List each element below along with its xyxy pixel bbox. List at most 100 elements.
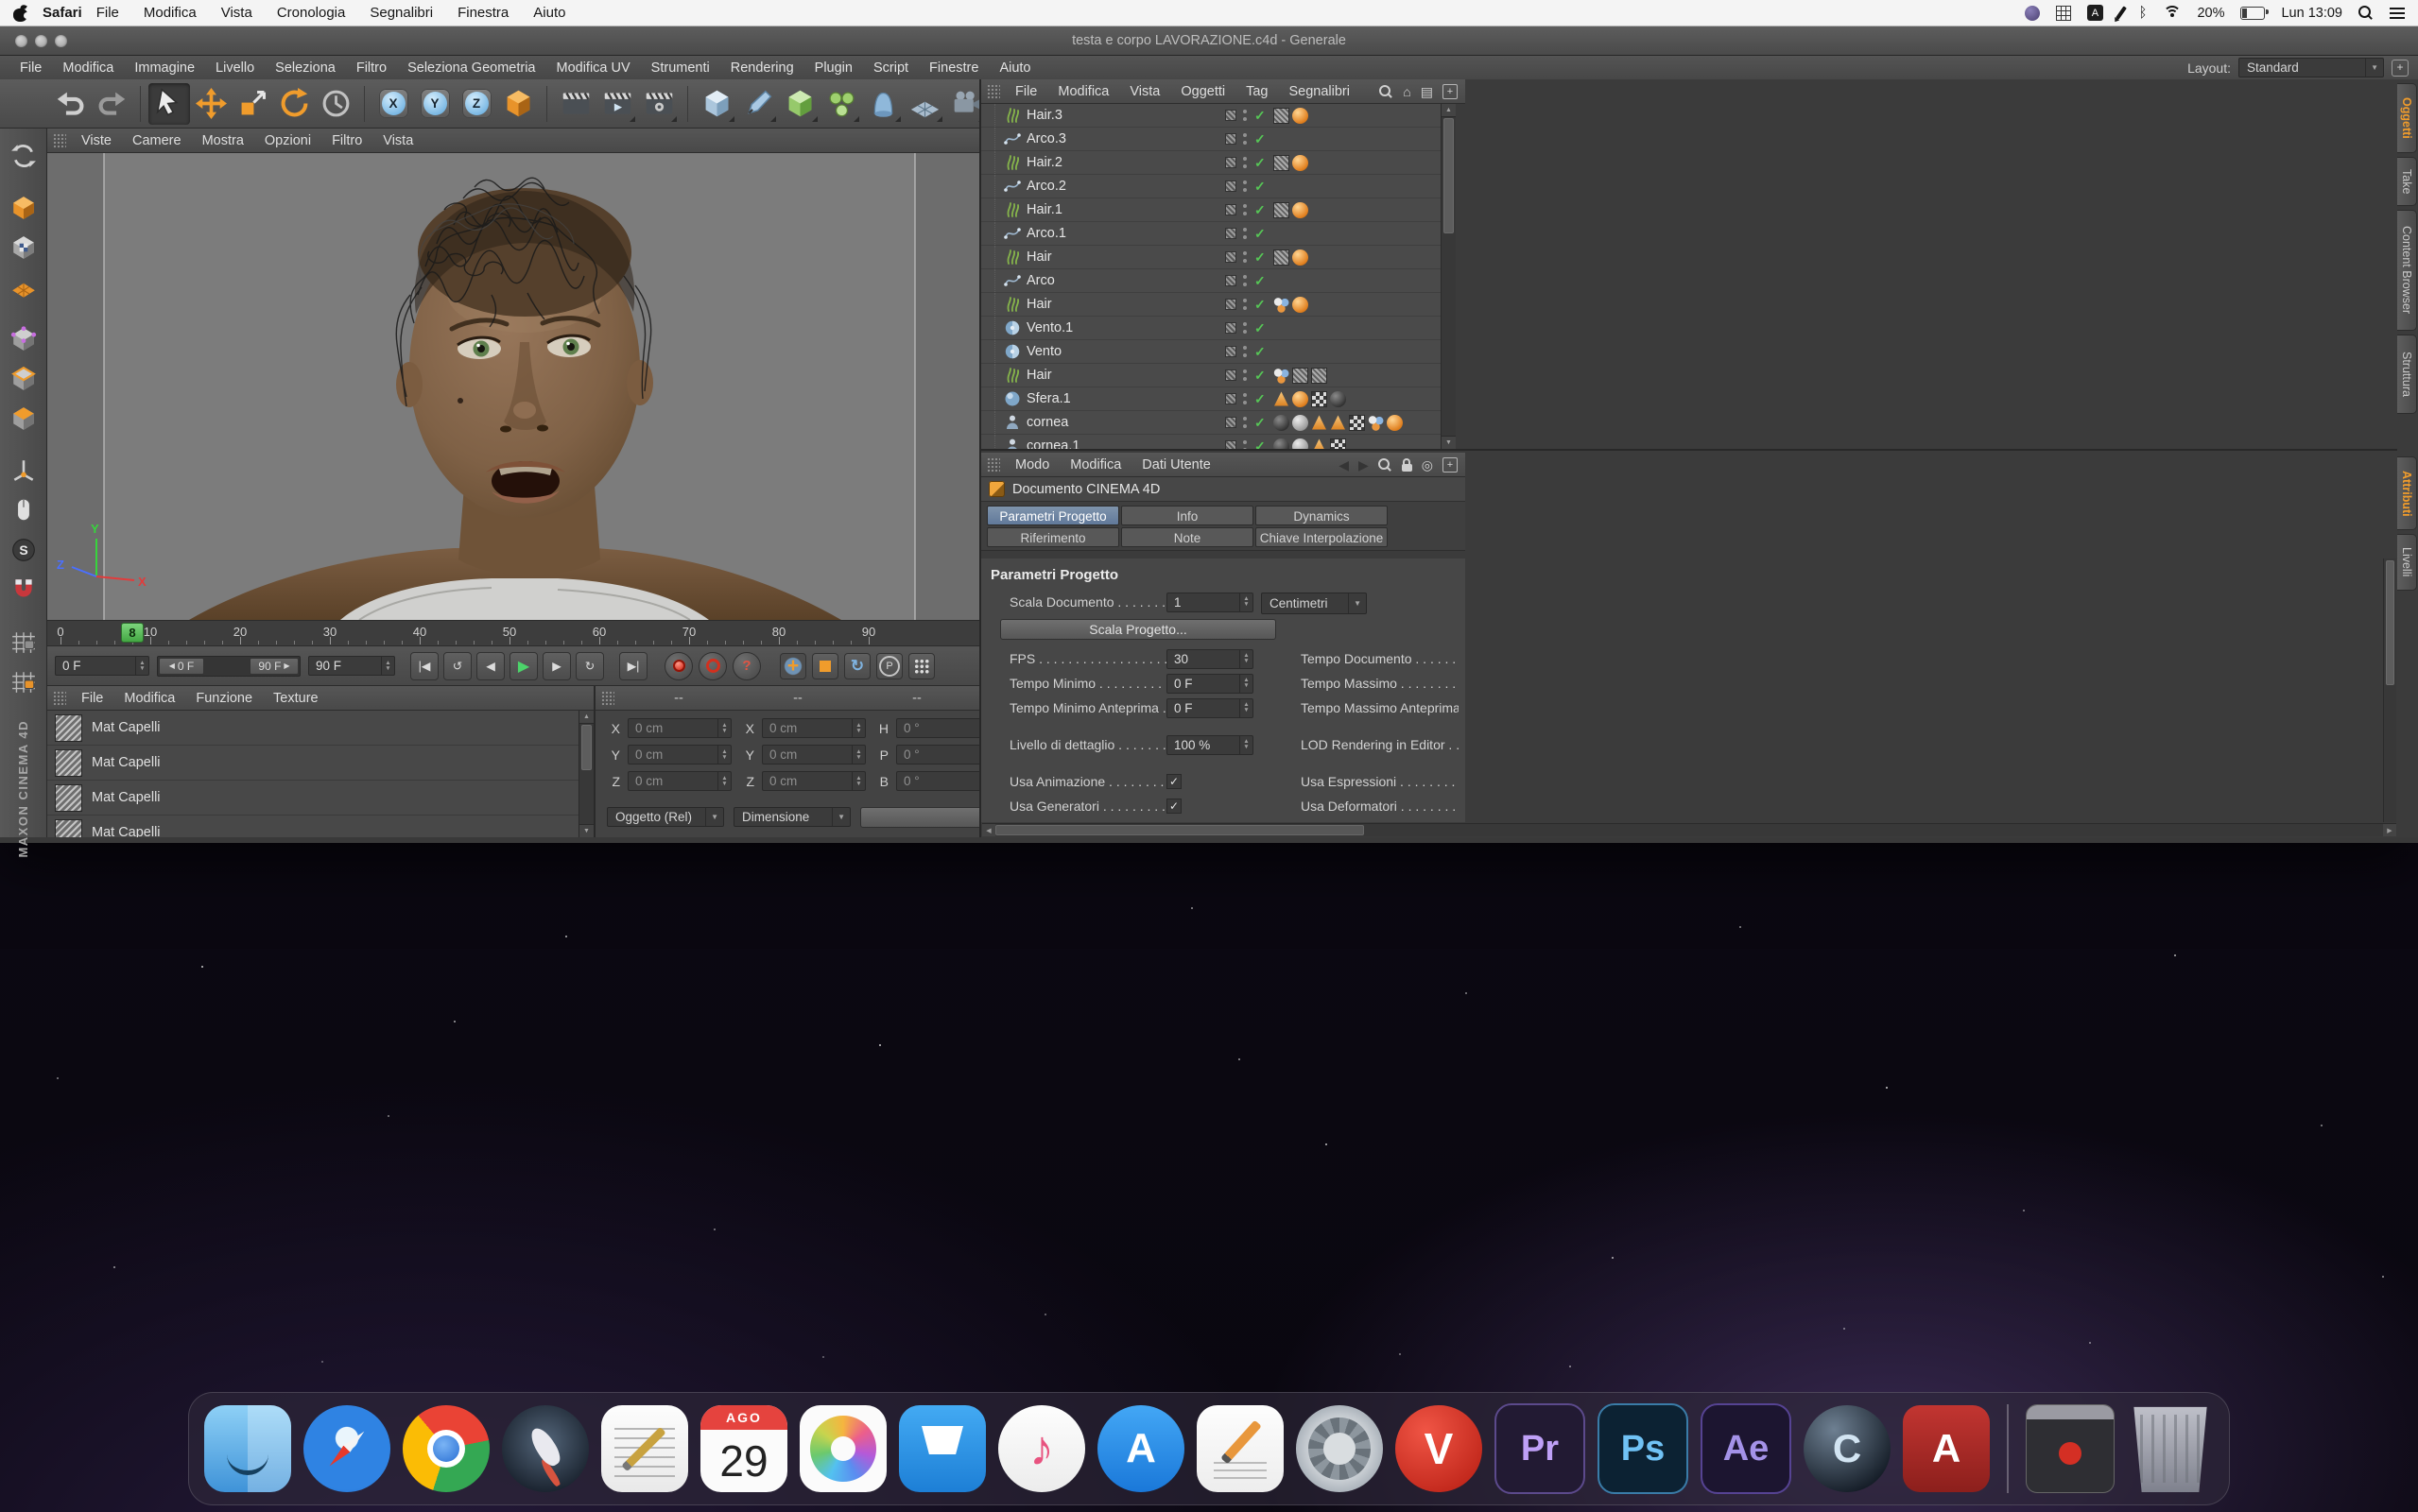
enabled-check-icon[interactable]: ✓ [1254, 175, 1266, 198]
zoom-button[interactable] [55, 35, 67, 47]
polygons-mode-button[interactable] [6, 401, 42, 437]
dock-keynote[interactable] [899, 1405, 986, 1492]
coordinate-size-field[interactable]: 0 cm▲▼ [762, 745, 866, 765]
tag-phong-icon[interactable] [1311, 415, 1327, 431]
next-frame-button[interactable]: ▶ [543, 652, 571, 680]
add-environment-button[interactable] [904, 83, 945, 125]
pencil-icon[interactable] [2116, 6, 2126, 19]
material-row[interactable]: Mat Capelli [47, 781, 579, 816]
lock-y-axis-button[interactable]: Y [414, 83, 456, 125]
end-frame-field[interactable]: 90 F▲▼ [308, 656, 395, 676]
materials-menu-modifica[interactable]: Modifica [113, 691, 185, 706]
attribute-tab-note[interactable]: Note [1121, 527, 1253, 547]
object-row[interactable]: Arco.1✓ [981, 222, 1441, 246]
redo-button[interactable] [91, 83, 132, 125]
visibility-dots[interactable] [1243, 110, 1247, 122]
status-app-icon[interactable] [2025, 6, 2040, 21]
tag-ball-icon[interactable] [1292, 297, 1308, 313]
object-manager-menu-modifica[interactable]: Modifica [1047, 84, 1119, 99]
app-menu-livello[interactable]: Livello [205, 60, 265, 76]
material-row[interactable]: Mat Capelli [47, 816, 579, 837]
coordinate-size-dropdown[interactable]: Dimensione▼ [734, 807, 851, 827]
app-menu-filtro[interactable]: Filtro [346, 60, 397, 76]
tag-ball-icon[interactable] [1292, 202, 1308, 218]
layer-chip[interactable] [1225, 393, 1236, 404]
coordinate-size-field[interactable]: 0 cm▲▼ [762, 718, 866, 738]
dock-launchpad[interactable] [502, 1405, 589, 1492]
material-thumbnail[interactable] [55, 784, 82, 812]
object-manager-menu-segnalibri[interactable]: Segnalibri [1279, 84, 1361, 99]
menubar-item-file[interactable]: File [84, 5, 131, 21]
materials-menu-funzione[interactable]: Funzione [185, 691, 263, 706]
side-tab-take[interactable]: Take [2397, 157, 2417, 206]
viewport-menu-camere[interactable]: Camere [122, 133, 192, 148]
lock-x-axis-button[interactable]: X [372, 83, 414, 125]
model-mode-button[interactable] [6, 190, 42, 226]
panel-grip[interactable] [987, 84, 1000, 99]
home-icon[interactable]: ⌂ [1403, 84, 1410, 99]
visibility-dots[interactable] [1243, 157, 1247, 169]
play-backwards-button[interactable]: ↺ [443, 652, 472, 680]
workplane-lock-button[interactable] [6, 624, 42, 660]
app-menu-aiuto[interactable]: Aiuto [989, 60, 1041, 76]
rotate-tool[interactable] [273, 83, 315, 125]
menubar-item-finestra[interactable]: Finestra [445, 5, 521, 21]
object-row[interactable]: cornea✓ [981, 411, 1441, 435]
layer-chip[interactable] [1225, 133, 1236, 145]
coordinate-position-field[interactable]: 0 cm▲▼ [628, 771, 732, 791]
tag-cluster-icon[interactable] [1368, 415, 1384, 431]
grid-icon[interactable] [2056, 6, 2071, 21]
filter-icon[interactable]: ▤ [1421, 84, 1433, 100]
enabled-check-icon[interactable]: ✓ [1254, 340, 1266, 363]
tag-phong-icon[interactable] [1273, 391, 1289, 407]
scale-unit-dropdown[interactable]: Centimetri▼ [1261, 593, 1367, 614]
visibility-dots[interactable] [1243, 299, 1247, 311]
snap-settings-button[interactable]: S [6, 532, 42, 568]
previous-frame-button[interactable]: ◀ [476, 652, 505, 680]
enabled-check-icon[interactable]: ✓ [1254, 387, 1266, 410]
visibility-dots[interactable] [1243, 275, 1247, 287]
material-row[interactable]: Mat Capelli [47, 711, 579, 746]
add-deformer-button[interactable] [862, 83, 904, 125]
coordinate-system-button[interactable] [497, 83, 539, 125]
object-row[interactable]: Hair.2✓ [981, 151, 1441, 175]
search-icon[interactable] [1379, 85, 1393, 99]
timeline-playhead[interactable]: 8 [121, 623, 144, 643]
attribute-object-row[interactable]: Documento CINEMA 4D [981, 477, 1465, 502]
attribute-vertical-scrollbar[interactable] [2383, 558, 2396, 822]
key-rotation-button[interactable]: ↻ [844, 653, 871, 679]
tag-texture-icon[interactable] [1292, 368, 1308, 384]
coordinate-position-field[interactable]: 0 cm▲▼ [628, 745, 732, 765]
attribute-tab-chiave-interpolazione[interactable]: Chiave Interpolazione [1255, 527, 1388, 547]
material-row[interactable]: Mat Capelli [47, 746, 579, 781]
render-view-button[interactable] [555, 83, 596, 125]
dock-pages[interactable] [1197, 1405, 1284, 1492]
tag-checker-icon[interactable] [1349, 415, 1365, 431]
coordinate-size-field[interactable]: 0 cm▲▼ [762, 771, 866, 791]
viewport-menu-vista[interactable]: Vista [372, 133, 423, 148]
menubar-app-name[interactable]: Safari [43, 5, 82, 21]
tag-cluster-icon[interactable] [1273, 297, 1289, 313]
panel-grip[interactable] [601, 691, 614, 706]
dock-v-app[interactable]: V [1395, 1405, 1482, 1492]
attribute-tab-info[interactable]: Info [1121, 506, 1253, 525]
object-row[interactable]: Arco.2✓ [981, 175, 1441, 198]
close-button[interactable] [15, 35, 27, 47]
wifi-icon[interactable] [2163, 6, 2181, 20]
enabled-check-icon[interactable]: ✓ [1254, 317, 1266, 339]
range-end-handle[interactable]: 90 F▶ [250, 658, 299, 675]
attribute-menu-dati-utente[interactable]: Dati Utente [1131, 457, 1221, 472]
material-thumbnail[interactable] [55, 714, 82, 742]
menubar-item-modifica[interactable]: Modifica [131, 5, 209, 21]
minimize-button[interactable] [35, 35, 47, 47]
app-menu-strumenti[interactable]: Strumenti [641, 60, 720, 76]
app-menu-modifica[interactable]: Modifica [52, 60, 124, 76]
object-row[interactable]: Vento✓ [981, 340, 1441, 364]
layer-chip[interactable] [1225, 417, 1236, 428]
panel-grip[interactable] [53, 133, 66, 148]
layer-chip[interactable] [1225, 346, 1236, 357]
layout-pin-icon[interactable]: + [2392, 60, 2409, 77]
tag-ball-icon[interactable] [1292, 155, 1308, 171]
visibility-dots[interactable] [1243, 346, 1247, 358]
menubar-item-vista[interactable]: Vista [209, 5, 265, 21]
